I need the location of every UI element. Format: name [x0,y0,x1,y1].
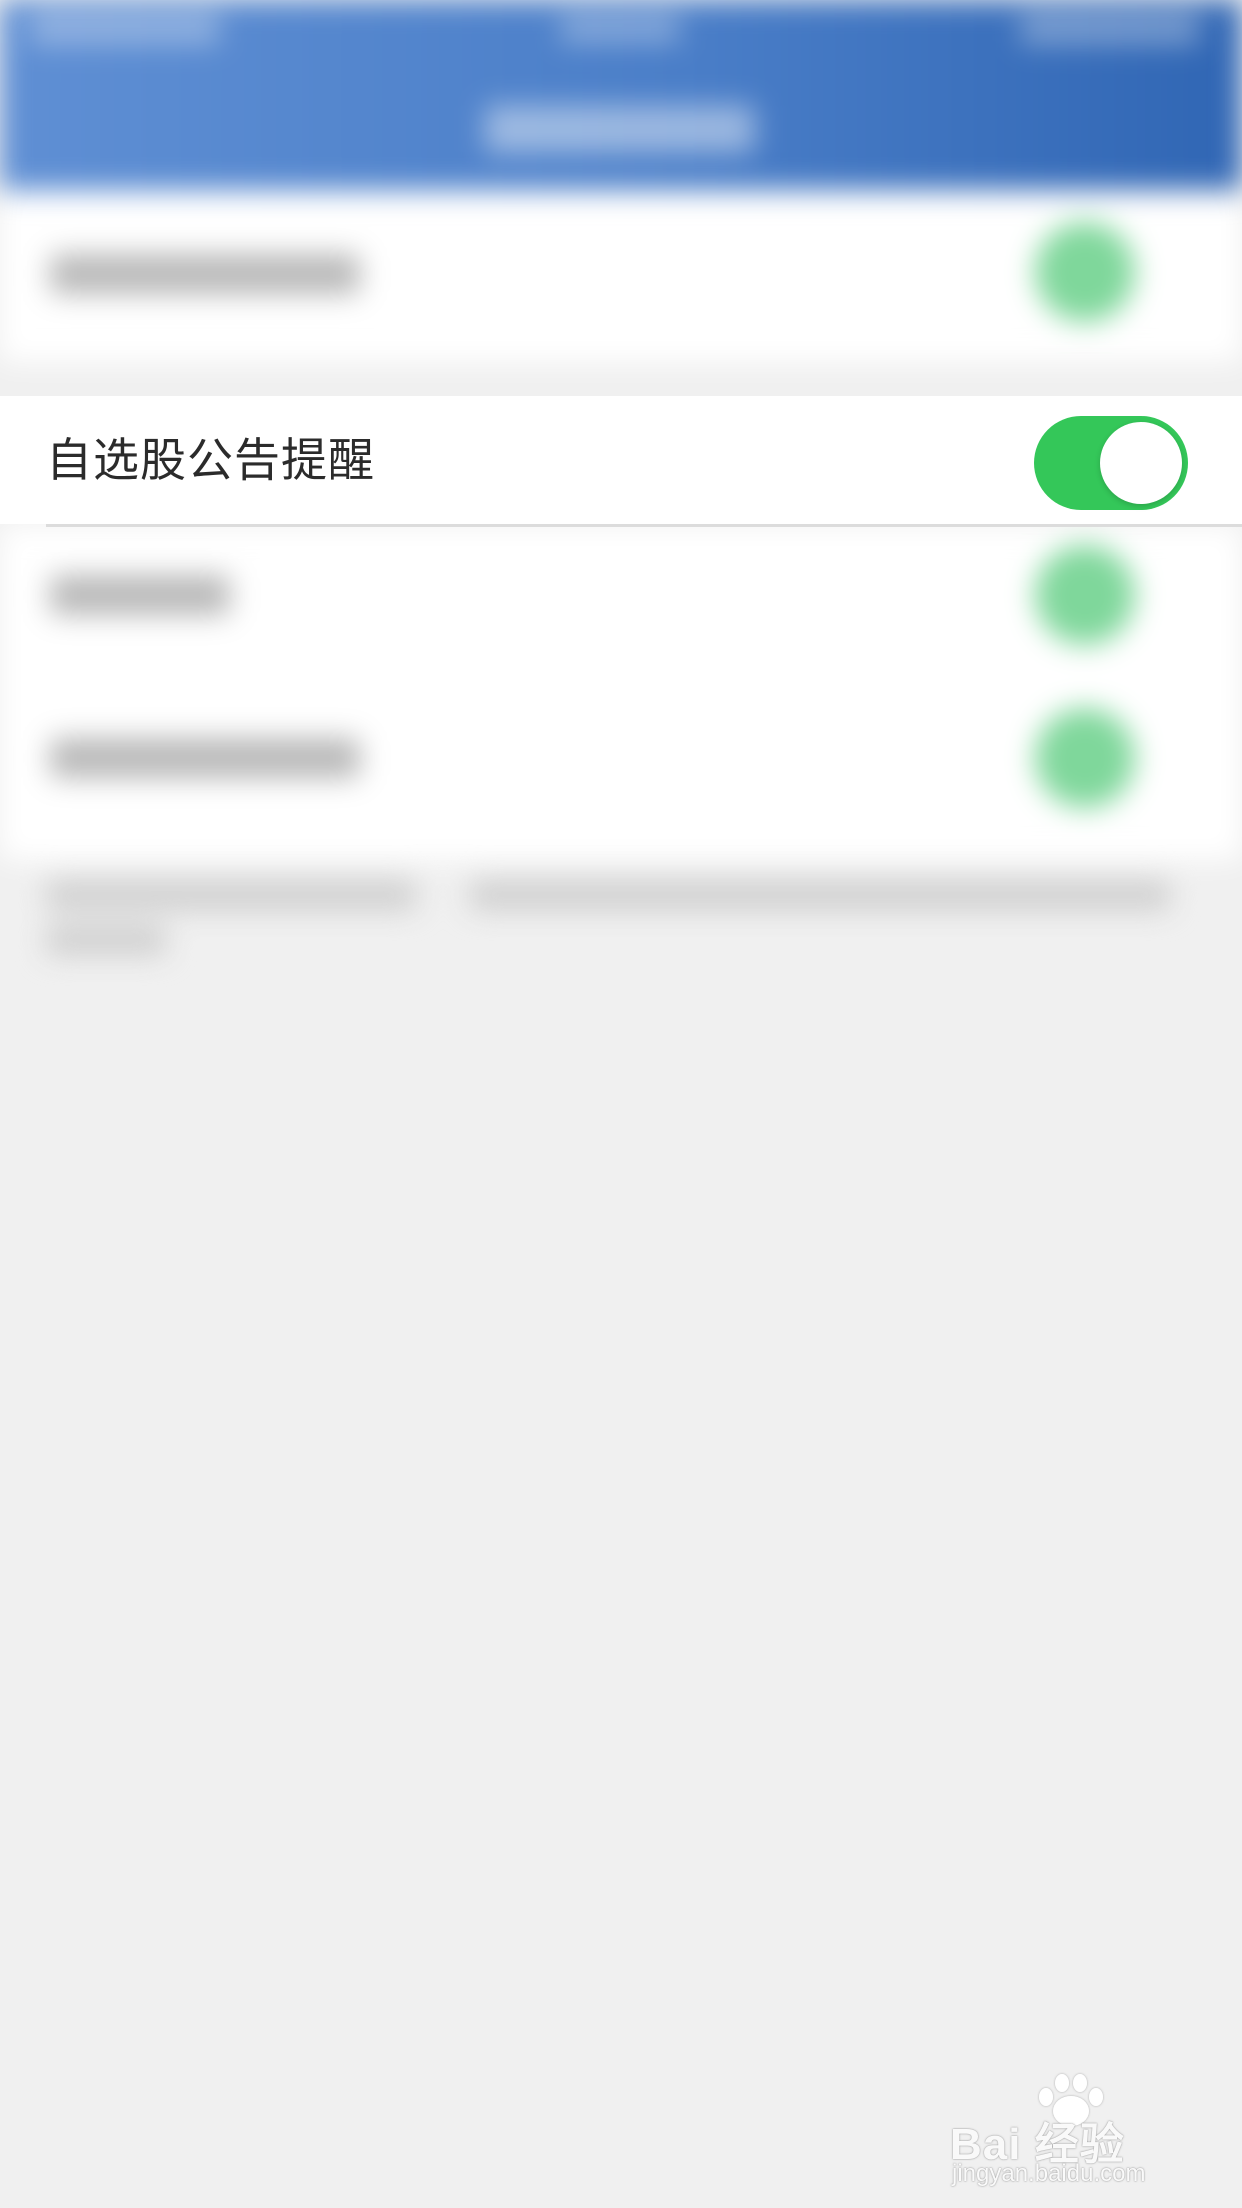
settings-row-4-toggle[interactable] [1035,708,1135,808]
settings-row-3-toggle[interactable] [1035,545,1135,645]
footnote-line-2 [46,925,166,955]
status-bar-right [1020,14,1200,44]
settings-row-4[interactable] [0,690,1242,860]
status-bar-left [30,14,220,44]
row-divider [46,524,1242,527]
settings-row-4-label [50,738,360,778]
watchlist-announcement-toggle[interactable] [1034,416,1188,510]
watermark-url: jingyan.baidu.com [952,2160,1146,2187]
toggle-knob [1100,422,1182,504]
page-title [485,105,755,153]
settings-row-3-label [50,575,230,615]
nav-header [0,0,1242,190]
baidu-jingyan-watermark: Bai 经验 jingyan.baidu.com [950,2070,1190,2190]
settings-row-1-label [50,254,360,294]
settings-row-3[interactable] [0,525,1242,695]
settings-row-watchlist-announcement[interactable]: 自选股公告提醒 [0,396,1242,524]
watchlist-announcement-label: 自选股公告提醒 [46,433,375,487]
footnote-line-1a [46,880,416,910]
settings-row-1-toggle[interactable] [1035,222,1135,322]
status-bar-center [560,16,680,42]
footnote-line-1b [470,880,1170,910]
settings-row-1[interactable] [0,192,1242,362]
blurred-background [0,0,1242,2208]
